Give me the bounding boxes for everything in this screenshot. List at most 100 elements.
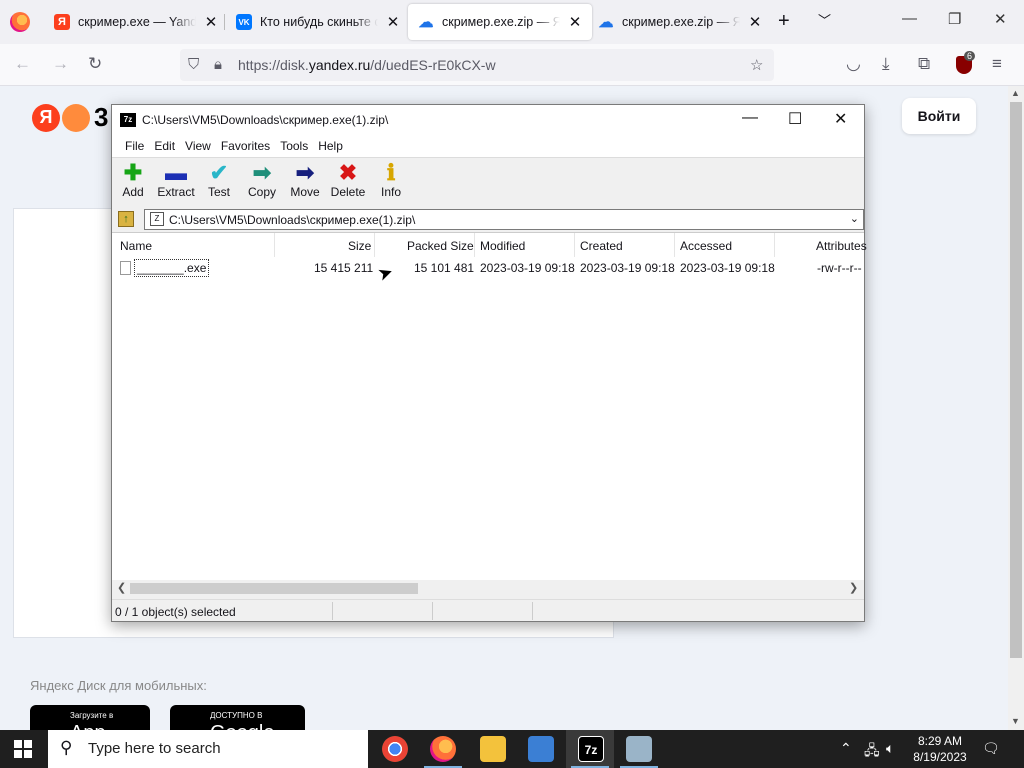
- column-separator[interactable]: [274, 233, 275, 257]
- toolbar-label: Test: [207, 185, 230, 199]
- volume-icon[interactable]: 🔈︎: [886, 740, 894, 757]
- column-separator[interactable]: [774, 233, 775, 257]
- window-title: C:\Users\VM5\Downloads\скример.exe(1).zi…: [142, 113, 389, 127]
- address-combobox[interactable]: Z C:\Users\VM5\Downloads\скример.exe(1).…: [144, 209, 864, 230]
- file-modified: 2023-03-19 09:18: [480, 261, 575, 275]
- column-separator[interactable]: [374, 233, 375, 257]
- scroll-down-icon[interactable]: ▼: [1011, 716, 1020, 726]
- horizontal-scrollbar[interactable]: ❮ ❯: [112, 580, 864, 597]
- menu-help[interactable]: Help: [313, 135, 348, 157]
- url-text[interactable]: https://disk.yandex.ru/d/uedES-rE0kCX-w: [238, 57, 496, 73]
- move-button[interactable]: ➡ Move: [285, 161, 325, 200]
- column-separator[interactable]: [574, 233, 575, 257]
- download-icon[interactable]: ⤓: [882, 54, 890, 74]
- close-icon[interactable]: ✕: [386, 13, 400, 31]
- page-scrollbar[interactable]: ▲ ▼: [1008, 86, 1024, 730]
- file-created: 2023-03-19 09:18: [580, 261, 675, 275]
- toolbar-label: Add: [122, 185, 144, 199]
- menu-file[interactable]: File: [120, 135, 149, 157]
- scroll-right-icon[interactable]: ❯: [849, 581, 858, 594]
- column-header-accessed[interactable]: Accessed: [680, 239, 732, 253]
- app-store-button[interactable]: Загрузите в App Store: [30, 705, 150, 730]
- close-icon[interactable]: ✕: [568, 13, 582, 31]
- sevenzip-window: 7z C:\Users\VM5\Downloads\скример.exe(1)…: [111, 104, 867, 622]
- pocket-icon[interactable]: ◡: [846, 54, 861, 74]
- menu-edit[interactable]: Edit: [149, 135, 180, 157]
- close-window-icon[interactable]: ✕: [994, 10, 1007, 28]
- tab-yandex-disk-active[interactable]: ☁ скример.exe.zip — Яндекс ✕: [408, 4, 592, 40]
- hamburger-menu-icon[interactable]: ≡: [992, 54, 1002, 74]
- lock-icon[interactable]: 🔒︎: [214, 56, 222, 73]
- horizontal-scroll-thumb[interactable]: [130, 583, 418, 594]
- column-header-modified[interactable]: Modified: [480, 239, 525, 253]
- column-header-packed-size[interactable]: Packed Size: [407, 239, 474, 253]
- minimize-icon[interactable]: —: [742, 109, 758, 127]
- scroll-left-icon[interactable]: ❮: [117, 581, 126, 594]
- extensions-puzzle-icon[interactable]: ⧉: [918, 54, 930, 74]
- back-icon[interactable]: ←: [14, 54, 31, 74]
- remote-desktop-icon[interactable]: [626, 736, 652, 762]
- chrome-icon[interactable]: [382, 736, 408, 762]
- file-explorer-icon[interactable]: [480, 736, 506, 762]
- tab-yandex-search[interactable]: Я скример.exe — Yandex ✕: [44, 4, 228, 40]
- forward-icon[interactable]: →: [52, 54, 69, 74]
- file-accessed: 2023-03-19 09:18: [680, 261, 775, 275]
- new-tab-icon[interactable]: +: [778, 10, 790, 33]
- menu-favorites[interactable]: Favorites: [216, 135, 275, 157]
- toolbar-label: Info: [380, 185, 401, 199]
- list-tabs-chevron-icon[interactable]: ﹀: [818, 10, 831, 29]
- tab-yandex-disk[interactable]: ☁ скример.exe.zip — Яндекс ✕: [588, 4, 772, 40]
- column-header-name[interactable]: Name: [120, 239, 152, 253]
- file-list[interactable]: Name Size Packed Size Modified Created A…: [112, 232, 867, 580]
- close-window-icon[interactable]: ✕: [834, 109, 847, 129]
- toolbar-label: Delete: [330, 185, 366, 199]
- url-bar[interactable]: ⛉ 🔒︎ https://disk.yandex.ru/d/uedES-rE0k…: [180, 49, 774, 81]
- bookmark-star-icon[interactable]: ☆: [750, 56, 763, 74]
- taskbar-clock[interactable]: 8:29 AM 8/19/2023: [910, 733, 970, 765]
- taskbar-search-box[interactable]: ⚲ Type here to search: [48, 730, 368, 768]
- clock-date: 8/19/2023: [913, 750, 967, 764]
- test-button[interactable]: ✔ Test: [199, 160, 239, 200]
- login-button[interactable]: Войти: [902, 98, 976, 134]
- menu-view[interactable]: View: [180, 135, 216, 157]
- yandex-disk-logo[interactable]: Я 3: [32, 102, 108, 133]
- column-header-attributes[interactable]: Attributes: [816, 239, 867, 253]
- notifications-icon[interactable]: 🗨︎: [982, 740, 1000, 757]
- check-icon: ✔: [209, 160, 229, 185]
- network-icon[interactable]: 🖧︎: [864, 740, 880, 764]
- delete-button[interactable]: ✖ Delete: [328, 161, 368, 200]
- tab-vk[interactable]: VK Кто нибудь скиньте скример ✕: [226, 4, 410, 40]
- minimize-icon[interactable]: —: [902, 10, 917, 27]
- maximize-icon[interactable]: ❐: [948, 10, 961, 28]
- menu-tools[interactable]: Tools: [275, 135, 313, 157]
- google-play-small-text: ДОСТУПНО В: [210, 711, 263, 720]
- microsoft-store-icon[interactable]: [528, 736, 554, 762]
- column-separator[interactable]: [474, 233, 475, 257]
- folder-up-icon[interactable]: ↑: [118, 211, 134, 227]
- chevron-down-icon[interactable]: ⌄: [850, 212, 859, 225]
- maximize-icon[interactable]: ☐: [788, 109, 802, 129]
- sevenzip-title-bar[interactable]: 7z C:\Users\VM5\Downloads\скример.exe(1)…: [112, 105, 864, 135]
- column-header-created[interactable]: Created: [580, 239, 623, 253]
- firefox-icon[interactable]: [430, 736, 456, 762]
- scroll-up-icon[interactable]: ▲: [1011, 88, 1020, 98]
- disk-logo-icon: [62, 103, 90, 132]
- sevenzip-taskbar-icon[interactable]: 7z: [578, 736, 604, 762]
- column-separator[interactable]: [674, 233, 675, 257]
- copy-button[interactable]: ➡ Copy: [242, 161, 282, 200]
- google-play-button[interactable]: ДОСТУПНО В Google Play: [170, 705, 305, 730]
- tracking-shield-icon[interactable]: ⛉: [188, 56, 199, 73]
- reload-icon[interactable]: ↻: [88, 54, 102, 74]
- tray-chevron-up-icon[interactable]: ⌃: [840, 740, 852, 757]
- extract-button[interactable]: ▬ Extract: [156, 161, 196, 200]
- close-icon[interactable]: ✕: [748, 13, 762, 31]
- windows-start-icon[interactable]: [14, 740, 32, 758]
- info-button[interactable]: ℹ Info: [371, 161, 411, 200]
- close-icon[interactable]: ✕: [204, 13, 218, 31]
- file-name[interactable]: _______.exe: [134, 259, 210, 277]
- column-header-size[interactable]: Size: [348, 239, 371, 253]
- tab-title: скример.exe — Yandex: [78, 15, 196, 29]
- firefox-icon[interactable]: [10, 12, 30, 32]
- add-button[interactable]: ✚ Add: [113, 161, 153, 200]
- page-scroll-thumb[interactable]: [1010, 102, 1022, 658]
